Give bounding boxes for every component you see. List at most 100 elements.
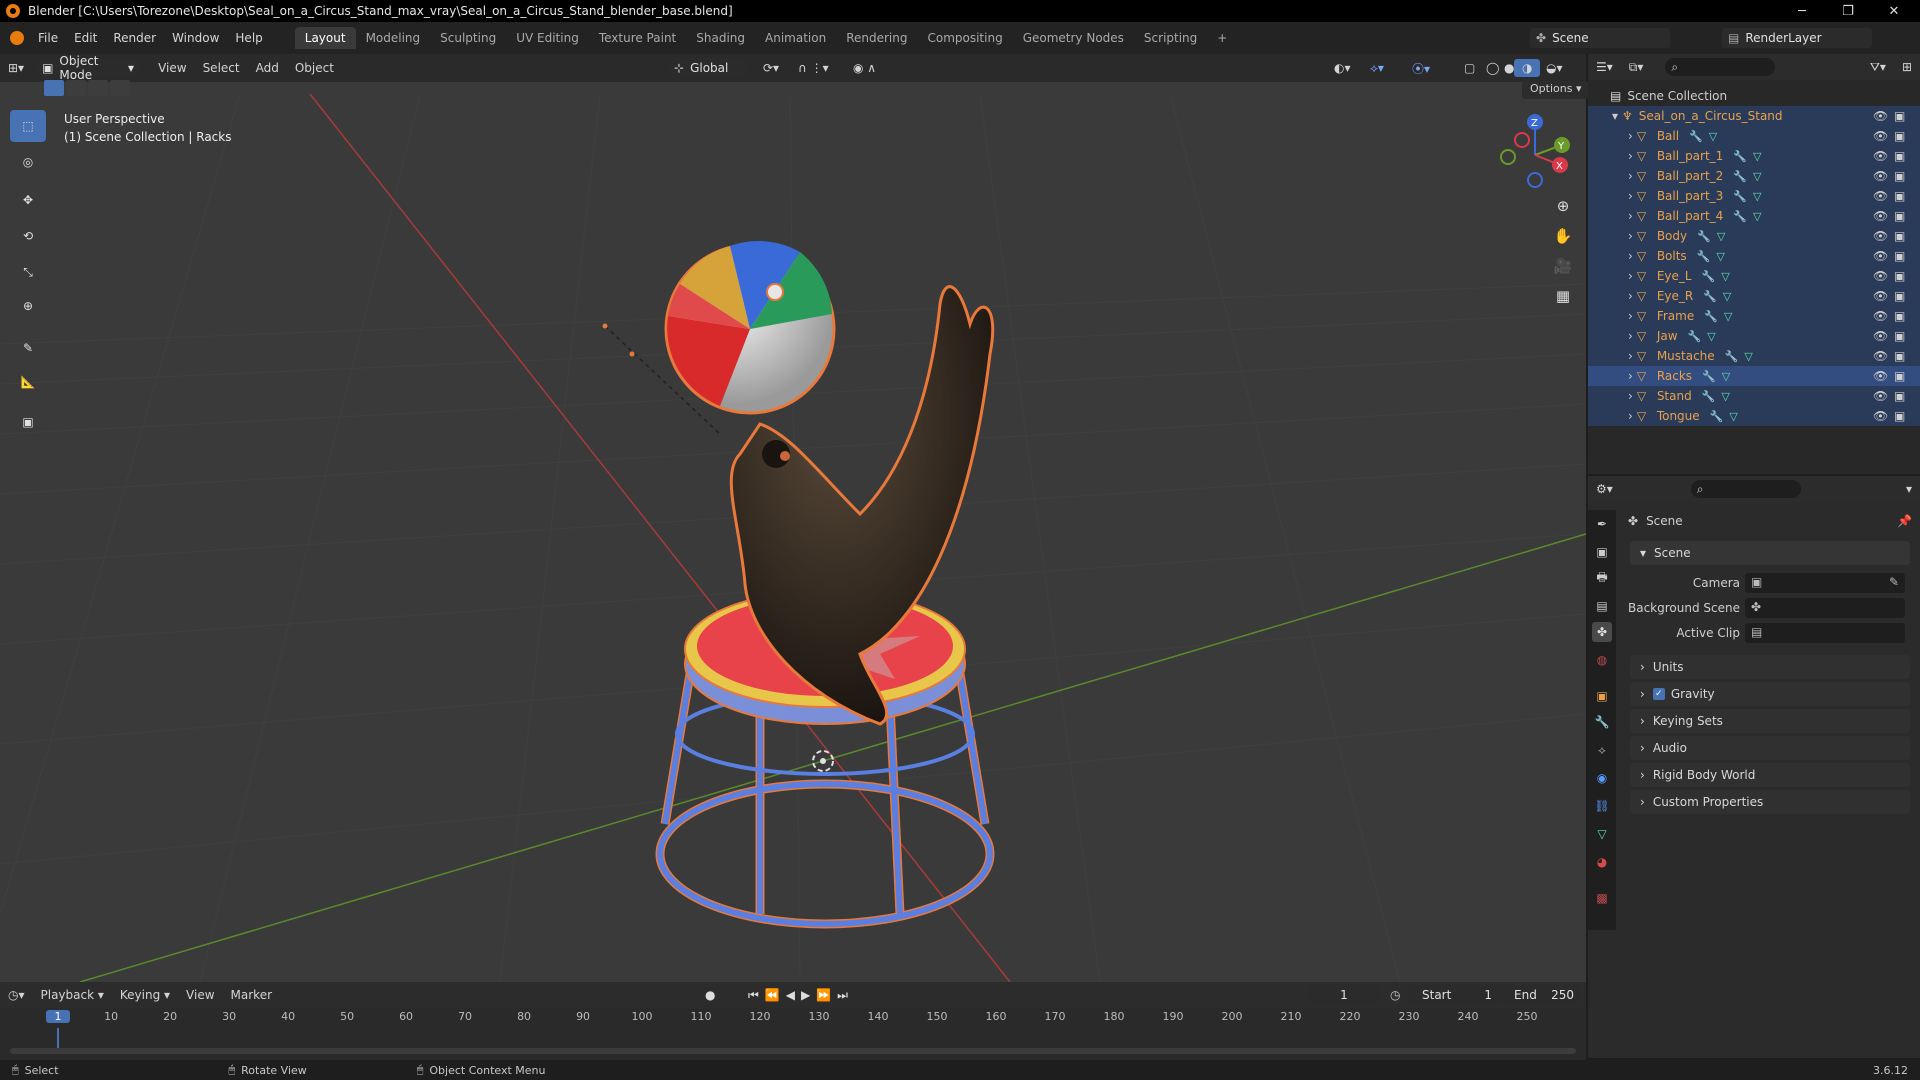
render-camera-icon[interactable]: ▣	[1894, 369, 1905, 383]
outliner-item[interactable]: › ▽ Racks 🔧 ▽ 👁 ▣	[1588, 366, 1920, 386]
tab-compositing[interactable]: Compositing	[917, 27, 1012, 49]
tab-modeling[interactable]: Modeling	[356, 27, 431, 49]
end-frame-field[interactable]: End 250	[1500, 985, 1580, 1005]
scene-panel-header[interactable]: ▾ Scene	[1630, 541, 1910, 565]
3d-viewport[interactable]	[0, 54, 1586, 982]
outliner-item[interactable]: › ▽ Stand 🔧 ▽ 👁 ▣	[1588, 386, 1920, 406]
render-camera-icon[interactable]: ▣	[1894, 209, 1905, 223]
snap-icon[interactable]: ∩ ⋮▾	[790, 59, 837, 77]
chevron-right-icon[interactable]: ›	[1628, 249, 1633, 263]
object-tab-icon[interactable]: ▣	[1592, 686, 1612, 706]
render-camera-icon[interactable]: ▣	[1894, 309, 1905, 323]
outliner-item[interactable]: › ▽ Mustache 🔧 ▽ 👁 ▣	[1588, 346, 1920, 366]
select-subtract-icon[interactable]	[88, 80, 108, 96]
editor-type-button[interactable]: ⊞▾	[0, 59, 32, 77]
particles-tab-icon[interactable]: ⟡	[1592, 740, 1612, 760]
visibility-eye-icon[interactable]: 👁	[1873, 229, 1888, 243]
properties-section[interactable]: › Units	[1630, 655, 1910, 679]
chevron-right-icon[interactable]: ›	[1628, 329, 1633, 343]
material-tab-icon[interactable]: ◕	[1592, 852, 1612, 872]
visibility-eye-icon[interactable]: 👁	[1873, 329, 1888, 343]
mesh-data-icon[interactable]: ▽	[1724, 310, 1732, 323]
chevron-right-icon[interactable]: ›	[1628, 349, 1633, 363]
record-icon[interactable]: ●	[705, 988, 715, 1002]
overlay-toggle-icon[interactable]: ⦿▾	[1404, 58, 1438, 79]
mesh-data-icon[interactable]: ▽	[1753, 170, 1761, 183]
modifier-icon[interactable]: 🔧	[1733, 190, 1747, 203]
menu-render[interactable]: Render	[105, 31, 164, 45]
chevron-right-icon[interactable]: ›	[1628, 129, 1633, 143]
menu-object[interactable]: Object	[287, 59, 342, 77]
render-tab-icon[interactable]: ▣	[1592, 542, 1612, 562]
tab-texture-paint[interactable]: Texture Paint	[589, 27, 686, 49]
rotate-tool-icon[interactable]: ⟲	[10, 220, 46, 252]
properties-editor-icon[interactable]: ⚙▾	[1588, 480, 1621, 498]
visibility-eye-icon[interactable]: 👁	[1873, 369, 1888, 383]
mesh-data-icon[interactable]: ▽	[1707, 330, 1715, 343]
annotate-tool-icon[interactable]: ✎	[10, 332, 46, 364]
outliner-item[interactable]: › ▽ Tongue 🔧 ▽ 👁 ▣	[1588, 406, 1920, 426]
chevron-right-icon[interactable]: ›	[1628, 149, 1633, 163]
scene-selector[interactable]: ✤ Scene	[1530, 28, 1670, 48]
render-camera-icon[interactable]: ▣	[1894, 409, 1905, 423]
navigation-gizmo[interactable]: Z Y X	[1490, 110, 1570, 190]
select-invert-icon[interactable]	[110, 80, 130, 96]
visibility-eye-icon[interactable]: 👁	[1873, 289, 1888, 303]
render-camera-icon[interactable]: ▣	[1894, 349, 1905, 363]
menu-view[interactable]: View	[150, 59, 194, 77]
properties-section[interactable]: › Keying Sets	[1630, 709, 1910, 733]
eyedropper-icon[interactable]: ✎	[1889, 575, 1899, 589]
chevron-right-icon[interactable]: ›	[1628, 389, 1633, 403]
visibility-eye-icon[interactable]: 👁	[1873, 169, 1888, 183]
measure-tool-icon[interactable]: 📐	[10, 366, 46, 398]
chevron-right-icon[interactable]: ›	[1628, 409, 1633, 423]
chevron-down-icon[interactable]: ▾	[1898, 480, 1920, 498]
modifier-icon[interactable]: 🔧	[1725, 350, 1739, 363]
mesh-data-icon[interactable]: ▽	[1753, 190, 1761, 203]
menu-window[interactable]: Window	[164, 31, 227, 45]
tab-uv-editing[interactable]: UV Editing	[506, 27, 589, 49]
outliner-editor-icon[interactable]: ☰▾	[1588, 58, 1621, 76]
current-frame-field[interactable]: 1	[1308, 985, 1380, 1005]
timeline-editor-icon[interactable]: ◷▾	[0, 986, 33, 1004]
options-button[interactable]: Options ▾	[1522, 81, 1590, 99]
outliner-item[interactable]: › ▽ Ball_part_4 🔧 ▽ 👁 ▣	[1588, 206, 1920, 226]
close-button[interactable]: ✕	[1872, 0, 1916, 22]
render-camera-icon[interactable]: ▣	[1894, 149, 1905, 163]
chevron-down-icon[interactable]: ▾	[1612, 109, 1618, 123]
menu-select[interactable]: Select	[195, 59, 248, 77]
modifier-icon[interactable]: 🔧	[1689, 130, 1703, 143]
chevron-right-icon[interactable]: ›	[1628, 369, 1633, 383]
menu-marker[interactable]: Marker	[223, 986, 280, 1004]
gizmo-toggle-icon[interactable]: ⟡▾	[1362, 59, 1392, 78]
chevron-right-icon[interactable]: ›	[1628, 169, 1633, 183]
select-box-tool-icon[interactable]: ⬚	[10, 110, 46, 142]
mesh-data-icon[interactable]: ▽	[1709, 130, 1717, 143]
keying-menu[interactable]: Keying ▾	[112, 986, 178, 1004]
cursor-tool-icon[interactable]: ◎	[10, 146, 46, 178]
tab-geometry-nodes[interactable]: Geometry Nodes	[1013, 27, 1134, 49]
maximize-button[interactable]: ❐	[1826, 0, 1870, 22]
constraints-tab-icon[interactable]: ⛓	[1592, 796, 1612, 816]
visibility-icon[interactable]: ◐▾	[1326, 59, 1359, 77]
modifier-icon[interactable]: 🔧	[1702, 370, 1716, 383]
mesh-data-icon[interactable]: ▽	[1753, 210, 1761, 223]
visibility-eye-icon[interactable]: 👁	[1873, 189, 1888, 203]
visibility-eye-icon[interactable]: 👁	[1873, 409, 1888, 423]
modifier-icon[interactable]: 🔧	[1702, 390, 1716, 403]
properties-section[interactable]: › Rigid Body World	[1630, 763, 1910, 787]
chevron-right-icon[interactable]: ›	[1628, 289, 1633, 303]
mesh-data-icon[interactable]: ▽	[1723, 290, 1731, 303]
filter-icon[interactable]: ⛛▾	[1862, 58, 1894, 77]
data-tab-icon[interactable]: ▽	[1592, 824, 1612, 844]
scene-collection-row[interactable]: ▤ Scene Collection	[1588, 86, 1920, 106]
menu-help[interactable]: Help	[227, 31, 270, 45]
render-camera-icon[interactable]: ▣	[1894, 109, 1905, 123]
orientation-selector[interactable]: ⊹ Global	[668, 58, 748, 78]
outliner-item[interactable]: › ▽ Bolts 🔧 ▽ 👁 ▣	[1588, 246, 1920, 266]
select-new-icon[interactable]	[44, 80, 64, 96]
mesh-data-icon[interactable]: ▽	[1753, 150, 1761, 163]
timeline-scrollbar[interactable]	[10, 1048, 1576, 1054]
modifier-icon[interactable]: 🔧	[1697, 230, 1711, 243]
properties-section[interactable]: › ✓ Gravity	[1630, 682, 1910, 706]
